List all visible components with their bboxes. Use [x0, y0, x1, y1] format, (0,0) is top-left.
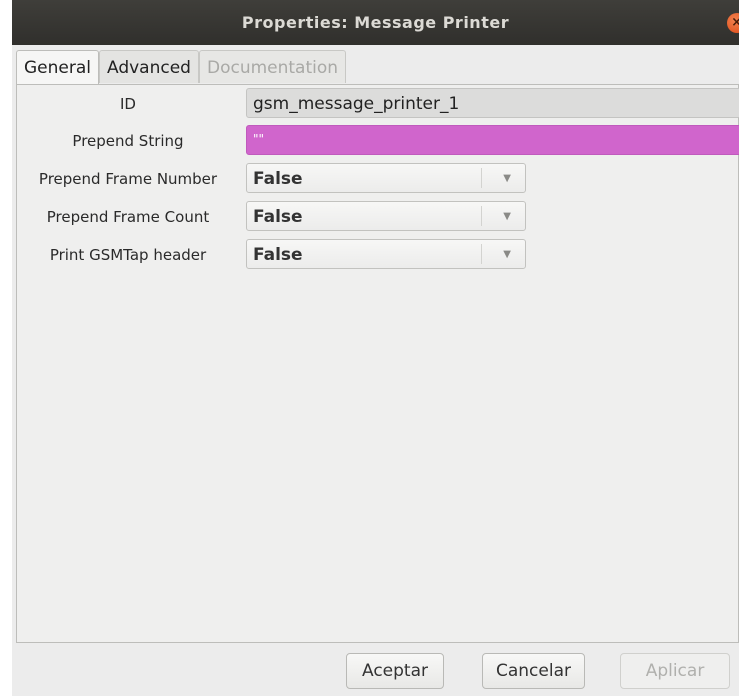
prepend-string-field[interactable]: "" [246, 125, 739, 155]
prepend-frame-count-select[interactable]: False ▼ [246, 201, 526, 231]
prepend-frame-number-label: Prepend Frame Number [38, 170, 218, 188]
tab-general[interactable]: General [16, 50, 99, 85]
chevron-down-icon[interactable]: ▼ [503, 240, 511, 270]
prepend-frame-count-label: Prepend Frame Count [46, 208, 210, 226]
cancel-button[interactable]: Cancelar [482, 653, 585, 689]
id-field[interactable]: gsm_message_printer_1 [246, 88, 739, 118]
print-gsmtap-header-select[interactable]: False ▼ [246, 239, 526, 269]
combo-separator [481, 168, 482, 188]
id-label: ID [120, 95, 136, 113]
tab-advanced[interactable]: Advanced [99, 50, 199, 83]
chevron-down-icon[interactable]: ▼ [503, 164, 511, 194]
print-gsmtap-header-label: Print GSMTap header [49, 246, 207, 264]
general-tab-panel: ID gsm_message_printer_1 Prepend String … [16, 84, 739, 643]
prepend-frame-number-select[interactable]: False ▼ [246, 163, 526, 193]
apply-button: Aplicar [620, 653, 730, 689]
combo-separator [481, 206, 482, 226]
window-title: Properties: Message Printer [241, 13, 510, 32]
properties-dialog: Properties: Message Printer × General Ad… [12, 0, 739, 696]
prepend-string-label: Prepend String [72, 132, 184, 150]
chevron-down-icon[interactable]: ▼ [503, 202, 511, 232]
title-bar[interactable]: Properties: Message Printer × [12, 0, 739, 45]
prepend-frame-count-value: False [253, 207, 303, 227]
tab-documentation: Documentation [198, 50, 347, 83]
combo-separator [481, 244, 482, 264]
ok-button[interactable]: Aceptar [346, 653, 444, 689]
close-icon[interactable]: × [727, 13, 739, 33]
tab-bar: General Advanced Documentation [16, 50, 347, 85]
prepend-frame-number-value: False [253, 169, 303, 189]
print-gsmtap-header-value: False [253, 245, 303, 265]
